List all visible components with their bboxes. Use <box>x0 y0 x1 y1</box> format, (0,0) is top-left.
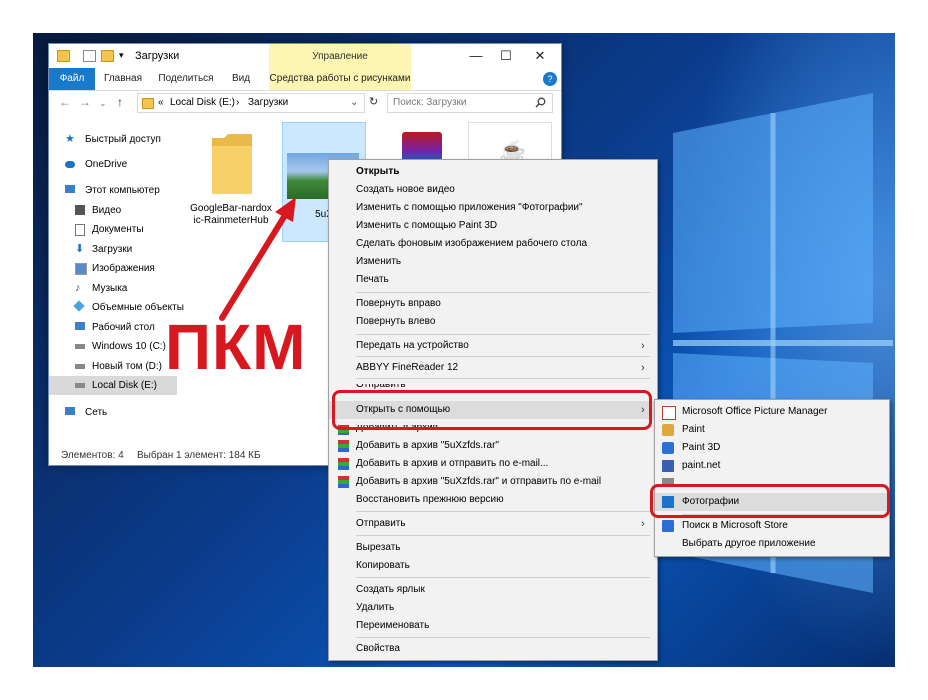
menu-separator <box>356 511 650 512</box>
open-with-choose-app[interactable]: Выбрать другое приложение <box>655 535 889 553</box>
menu-item-open[interactable]: Открыть <box>329 163 657 181</box>
open-with-paint[interactable]: Paint <box>655 421 889 439</box>
menu-item-rename[interactable]: Переименовать <box>329 617 657 635</box>
menu-item-create-shortcut[interactable]: Создать ярлык <box>329 581 657 599</box>
open-with-picture-manager[interactable]: Microsoft Office Picture Manager <box>655 403 889 421</box>
menu-item-print[interactable]: Печать <box>329 271 657 289</box>
menu-separator <box>356 334 650 335</box>
menu-separator <box>356 637 650 638</box>
open-with-paintnet[interactable]: paint.net <box>655 457 889 475</box>
menu-separator <box>356 535 650 536</box>
menu-item-archive-named-email[interactable]: Добавить в архив "5uXzfds.rar" и отправи… <box>329 473 657 491</box>
paint-icon <box>662 424 674 436</box>
annotation-right-click-label: ПКМ <box>165 311 307 383</box>
menu-item-abbyy[interactable]: ABBYY FineReader 12 › <box>329 359 657 377</box>
menu-item-create-video[interactable]: Создать новое видео <box>329 181 657 199</box>
winrar-icon <box>338 458 349 470</box>
chevron-right-icon: › <box>641 362 645 374</box>
menu-separator <box>356 292 650 293</box>
paintnet-icon <box>662 460 674 472</box>
winrar-icon <box>338 440 349 452</box>
open-with-store-search[interactable]: Поиск в Microsoft Store <box>655 517 889 535</box>
highlight-open-with <box>332 390 652 430</box>
chevron-right-icon: › <box>641 518 645 530</box>
menu-item-properties[interactable]: Свойства <box>329 640 657 658</box>
menu-item-edit-photos[interactable]: Изменить с помощью приложения "Фотографи… <box>329 199 657 217</box>
open-with-paint3d[interactable]: Paint 3D <box>655 439 889 457</box>
menu-item-edit-paint3d[interactable]: Изменить с помощью Paint 3D <box>329 217 657 235</box>
menu-separator <box>356 378 650 379</box>
menu-item-rotate-right[interactable]: Повернуть вправо <box>329 295 657 313</box>
menu-separator <box>356 577 650 578</box>
menu-item-restore-version[interactable]: Восстановить прежнюю версию <box>329 491 657 509</box>
open-with-submenu: Microsoft Office Picture Manager Paint P… <box>654 399 890 557</box>
menu-item-set-wallpaper[interactable]: Сделать фоновым изображением рабочего ст… <box>329 235 657 253</box>
menu-item-cast-to-device[interactable]: Передать на устройство › <box>329 337 657 355</box>
menu-item-edit[interactable]: Изменить <box>329 253 657 271</box>
menu-item-delete[interactable]: Удалить <box>329 599 657 617</box>
menu-item-cut[interactable]: Вырезать <box>329 539 657 557</box>
menu-item-send-to[interactable]: Отправить › <box>329 515 657 533</box>
menu-item-rotate-left[interactable]: Повернуть влево <box>329 313 657 331</box>
highlight-photos <box>650 484 890 518</box>
store-icon <box>662 520 674 532</box>
menu-item-archive-email[interactable]: Добавить в архив и отправить по e-mail..… <box>329 455 657 473</box>
menu-item-add-archive-named[interactable]: Добавить в архив "5uXzfds.rar" <box>329 437 657 455</box>
menu-separator <box>356 356 650 357</box>
paint3d-icon <box>662 442 674 454</box>
winrar-icon <box>338 476 349 488</box>
picture-manager-icon <box>662 406 676 420</box>
menu-item-copy[interactable]: Копировать <box>329 557 657 575</box>
chevron-right-icon: › <box>641 340 645 352</box>
